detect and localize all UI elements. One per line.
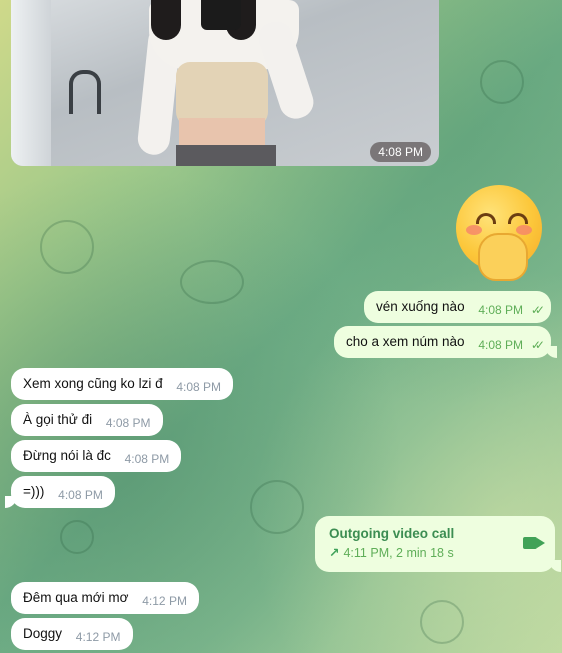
message-text: À gọi thử đi xyxy=(23,412,93,427)
emoji-eye xyxy=(508,213,528,224)
video-camera-icon[interactable] xyxy=(523,537,545,549)
outgoing-message[interactable]: cho a xem núm nào 4:08 PM ✓✓ xyxy=(334,326,557,358)
background-doodle xyxy=(420,600,464,644)
photo-figure-skirt xyxy=(176,145,276,166)
background-doodle xyxy=(180,260,244,304)
photo-hook xyxy=(69,70,101,114)
photo-window xyxy=(11,0,51,166)
call-details: ↗ 4:11 PM, 2 min 18 s xyxy=(329,545,541,560)
message-timestamp: 4:12 PM xyxy=(75,630,121,644)
message-text: Xem xong cũng ko lzi đ xyxy=(23,376,163,391)
background-doodle xyxy=(250,480,304,534)
background-doodle xyxy=(60,520,94,554)
message-timestamp: 4:08 PM xyxy=(478,338,524,352)
photo-figure-hair xyxy=(151,0,181,40)
call-title: Outgoing video call xyxy=(329,526,455,541)
emoji-hand xyxy=(478,233,528,281)
message-timestamp: 4:08 PM xyxy=(58,488,103,502)
message-timestamp: 4:12 PM xyxy=(142,594,187,608)
message-text: Đừng nói là đc xyxy=(23,448,111,463)
photo-message[interactable]: 4:08 PM xyxy=(11,0,439,166)
message-text: =))) xyxy=(23,484,45,499)
emoji-eye xyxy=(476,213,496,224)
read-checkmarks-icon: ✓✓ xyxy=(530,338,545,352)
hand-over-mouth-emoji-icon[interactable] xyxy=(456,185,542,281)
message-timestamp: 4:08 PM xyxy=(124,452,170,466)
incoming-message[interactable]: Xem xong cũng ko lzi đ 4:08 PM xyxy=(11,368,234,400)
incoming-message[interactable]: À gọi thử đi 4:08 PM xyxy=(11,404,163,436)
photo-phone xyxy=(201,0,241,30)
incoming-message[interactable]: Đừng nói là đc 4:08 PM xyxy=(11,440,182,472)
background-doodle xyxy=(40,220,94,274)
message-timestamp: 4:08 PM xyxy=(478,303,524,317)
incoming-message[interactable]: Doggy 4:12 PM xyxy=(11,618,133,650)
outgoing-message[interactable]: vén xuống nào 4:08 PM ✓✓ xyxy=(364,291,551,323)
incoming-message[interactable]: Đêm qua mới mơ 4:12 PM xyxy=(11,582,199,614)
emoji-blush xyxy=(466,225,482,235)
message-text: vén xuống nào xyxy=(376,299,465,314)
message-timestamp: 4:08 PM xyxy=(176,380,222,394)
emoji-blush xyxy=(516,225,532,235)
photo-timestamp: 4:08 PM xyxy=(370,142,431,162)
message-text: Đêm qua mới mơ xyxy=(23,590,129,605)
background-doodle xyxy=(480,60,524,104)
incoming-message[interactable]: =))) 4:08 PM xyxy=(5,476,115,508)
message-text: Doggy xyxy=(23,626,63,641)
message-timestamp: 4:08 PM xyxy=(105,416,151,430)
call-meta-text: 4:11 PM, 2 min 18 s xyxy=(343,546,454,560)
outgoing-video-call-message[interactable]: Outgoing video call ↗ 4:11 PM, 2 min 18 s xyxy=(315,516,561,572)
photo-figure-top xyxy=(176,62,268,126)
outgoing-arrow-icon: ↗ xyxy=(329,546,340,560)
message-text: cho a xem núm nào xyxy=(346,334,465,349)
read-checkmarks-icon: ✓✓ xyxy=(530,303,545,317)
